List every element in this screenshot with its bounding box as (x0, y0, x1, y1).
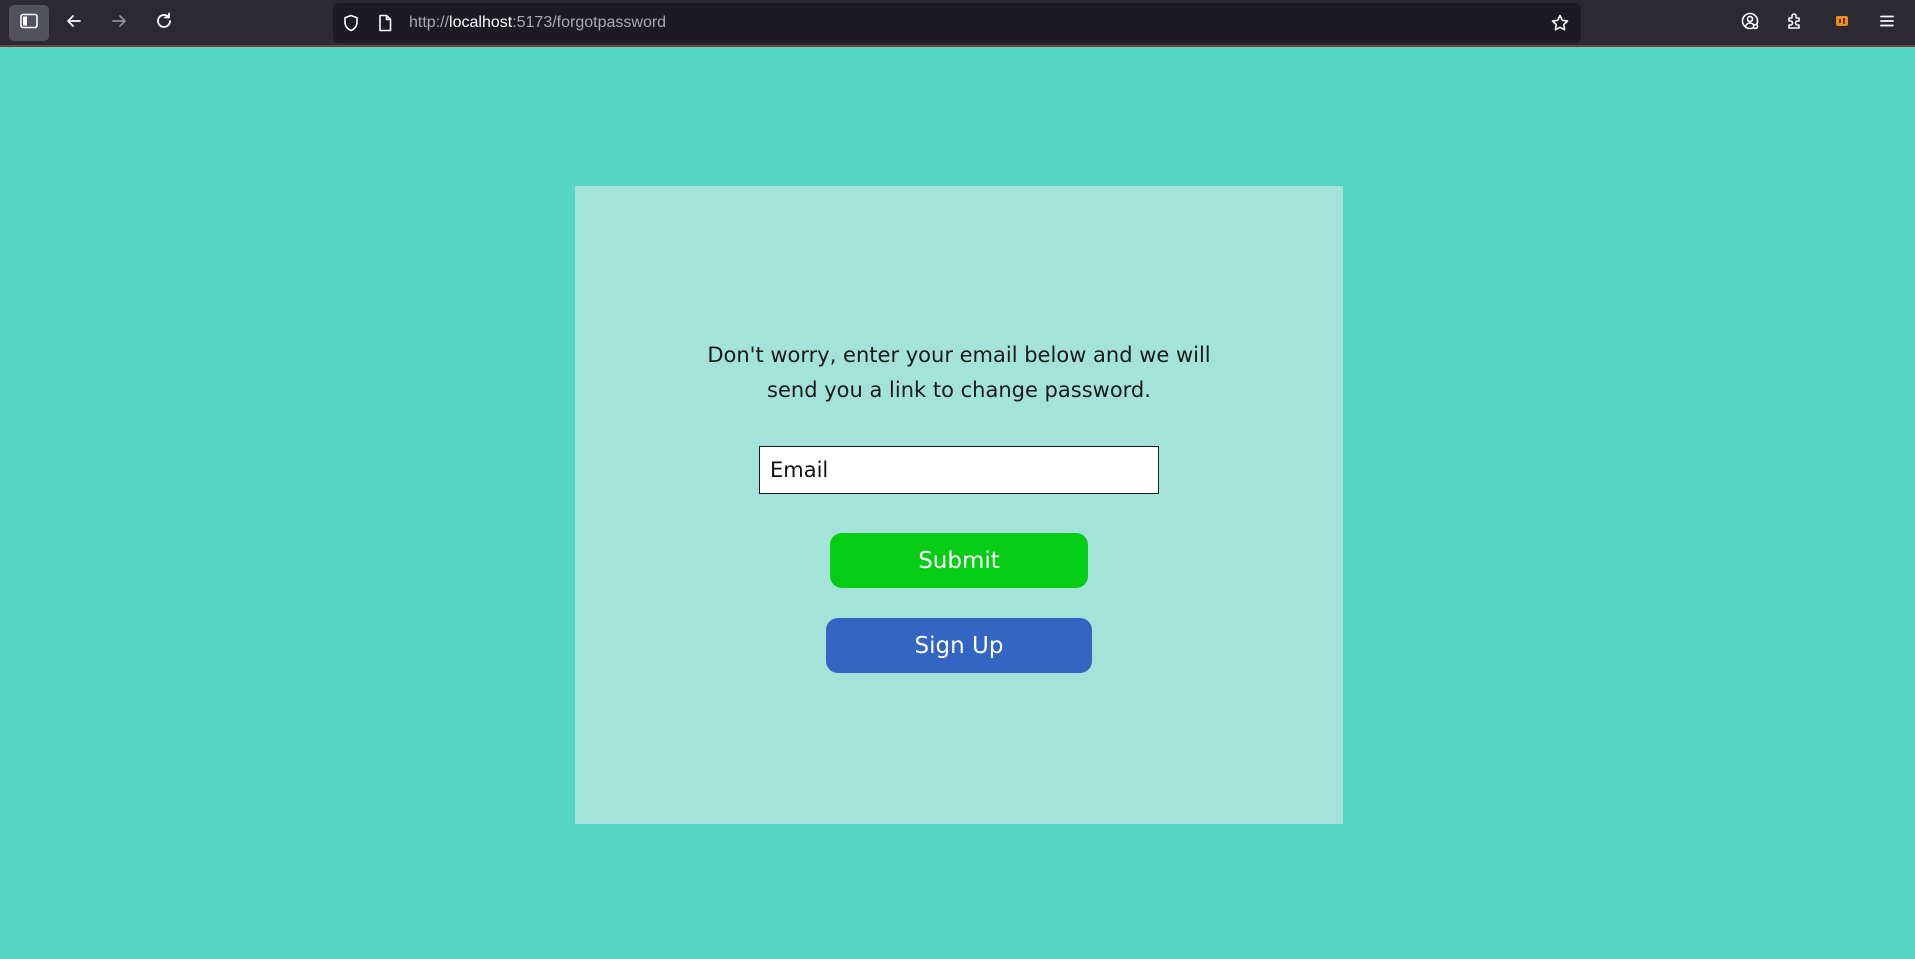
forgot-password-card: Don't worry, enter your email below and … (575, 186, 1343, 824)
hamburger-menu-icon (1877, 11, 1897, 36)
url-text[interactable]: http://localhost:5173/forgotpassword (409, 14, 666, 32)
reload-icon (154, 11, 174, 36)
puzzle-icon (1785, 11, 1805, 36)
address-bar[interactable]: http://localhost:5173/forgotpassword (333, 3, 1581, 43)
browser-toolbar: http://localhost:5173/forgotpassword (0, 0, 1915, 47)
url-path: :5173/forgotpassword (512, 14, 667, 31)
sign-up-button[interactable]: Sign Up (826, 618, 1092, 673)
page-icon[interactable] (375, 13, 395, 33)
instruction-text: Don't worry, enter your email below and … (707, 343, 1211, 402)
sidebar-icon (19, 11, 39, 36)
url-scheme: http:// (409, 14, 450, 31)
reload-button[interactable] (144, 5, 184, 41)
shield-icon[interactable] (341, 13, 361, 33)
account-icon (1740, 11, 1760, 36)
menu-button[interactable] (1867, 5, 1907, 41)
back-arrow-icon (64, 11, 84, 36)
url-host: localhost (449, 14, 513, 31)
back-button[interactable] (54, 5, 94, 41)
extensions-button[interactable] (1775, 5, 1815, 41)
extension-app-icon (1832, 11, 1852, 36)
email-input[interactable] (759, 446, 1159, 494)
forward-arrow-icon (109, 11, 129, 36)
sidebar-toggle-button[interactable] (9, 5, 49, 41)
star-icon[interactable] (1550, 13, 1570, 33)
forward-button[interactable] (99, 5, 139, 41)
account-button[interactable] (1730, 5, 1770, 41)
extension-app-button[interactable] (1822, 5, 1862, 41)
submit-button[interactable]: Submit (830, 533, 1088, 588)
